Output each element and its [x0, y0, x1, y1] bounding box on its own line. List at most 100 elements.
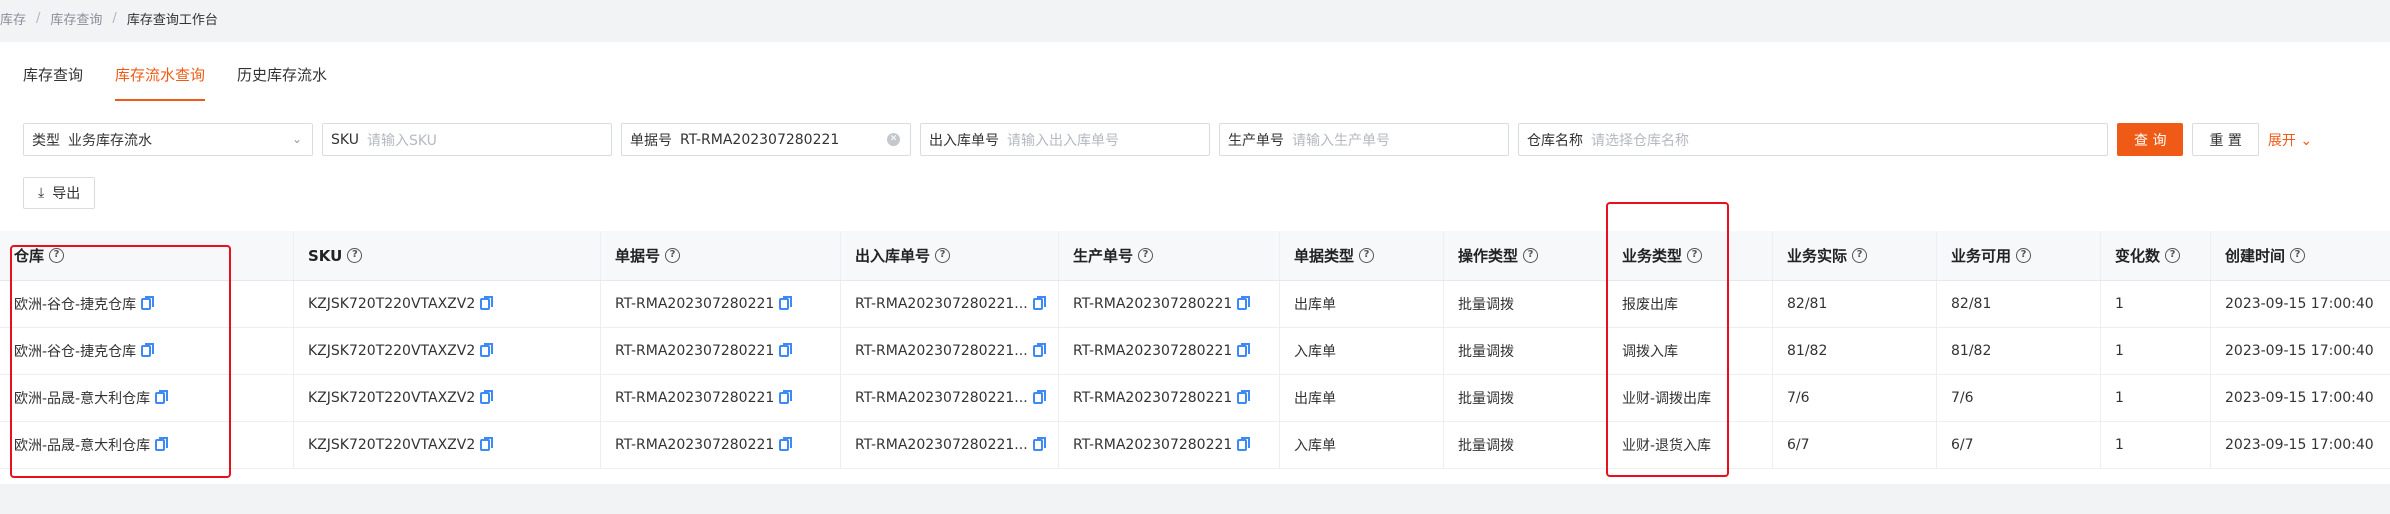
- copy-icon[interactable]: [1237, 343, 1251, 357]
- column-header-biz-available: 业务可用?: [1937, 231, 2101, 280]
- copy-icon[interactable]: [155, 437, 169, 451]
- cell-change-count: 1: [2101, 281, 2211, 327]
- column-header-prod-no: 生产单号?: [1059, 231, 1280, 280]
- copy-icon[interactable]: [1032, 390, 1046, 404]
- tab-inventory-query[interactable]: 库存查询: [23, 64, 83, 101]
- help-icon[interactable]: ?: [1852, 248, 1868, 263]
- help-icon[interactable]: ?: [935, 248, 951, 263]
- cell-biz-available: 6/7: [1937, 422, 2101, 468]
- cell-op-type: 批量调拨: [1444, 281, 1608, 327]
- filter-bar: 类型 业务库存流水 ⌄ SKU 请输入SKU 单据号 RT-RMA2023072…: [23, 123, 2312, 156]
- sku-label: SKU: [331, 131, 359, 148]
- breadcrumb-item-current: 库存查询工作台: [126, 12, 218, 28]
- copy-icon[interactable]: [480, 390, 494, 404]
- copy-icon[interactable]: [480, 343, 494, 357]
- help-icon[interactable]: ?: [2290, 248, 2306, 263]
- cell-change-count: 1: [2101, 328, 2211, 374]
- copy-icon[interactable]: [141, 296, 155, 310]
- sku-placeholder: 请输入SKU: [366, 132, 437, 149]
- copy-icon[interactable]: [1237, 390, 1251, 404]
- sku-field[interactable]: SKU 请输入SKU: [322, 123, 612, 156]
- cell-op-type: 批量调拨: [1444, 375, 1608, 421]
- cell-warehouse: 欧洲-品晟-意大利仓库: [0, 375, 294, 421]
- help-icon[interactable]: ?: [49, 248, 65, 263]
- cell-biz-available: 82/81: [1937, 281, 2101, 327]
- column-header-biz-type: 业务类型?: [1608, 231, 1773, 280]
- copy-icon[interactable]: [1032, 343, 1046, 357]
- type-value: 业务库存流水: [68, 132, 152, 149]
- help-icon[interactable]: ?: [347, 248, 363, 263]
- cell-prod-no: RT-RMA202307280221: [1059, 422, 1280, 468]
- cell-io-no: RT-RMA202307280221...: [841, 328, 1059, 374]
- cell-biz-available: 7/6: [1937, 375, 2101, 421]
- copy-icon[interactable]: [779, 343, 793, 357]
- cell-created-time: 2023-09-15 17:00:40: [2225, 437, 2374, 453]
- copy-icon[interactable]: [779, 390, 793, 404]
- help-icon[interactable]: ?: [1523, 248, 1539, 263]
- column-header-warehouse: 仓库?: [0, 231, 294, 280]
- cell-io-no: RT-RMA202307280221...: [841, 422, 1059, 468]
- cell-prod-no: RT-RMA202307280221: [1059, 375, 1280, 421]
- help-icon[interactable]: ?: [1138, 248, 1154, 263]
- tab-history-inventory-flow[interactable]: 历史库存流水: [237, 64, 327, 101]
- cell-doc-no: RT-RMA202307280221: [601, 375, 841, 421]
- cell-created-time: 2023-09-15 17:00:40: [2225, 343, 2374, 359]
- copy-icon[interactable]: [1032, 296, 1046, 310]
- breadcrumb-item-inventory[interactable]: 库存: [0, 9, 26, 28]
- warehouse-placeholder: 请选择仓库名称: [1591, 132, 1689, 149]
- breadcrumb: 库存 / 库存查询 / 库存查询工作台: [0, 0, 218, 36]
- cell-biz-actual: 7/6: [1773, 375, 1937, 421]
- io-no-label: 出入库单号: [929, 132, 999, 149]
- help-icon[interactable]: ?: [665, 248, 681, 263]
- cell-prod-no: RT-RMA202307280221: [1059, 281, 1280, 327]
- cell-prod-no: RT-RMA202307280221: [1059, 328, 1280, 374]
- cell-biz-type: 调拨入库: [1608, 328, 1773, 374]
- query-button[interactable]: 查 询: [2117, 123, 2184, 156]
- copy-icon[interactable]: [480, 437, 494, 451]
- doc-no-field[interactable]: 单据号 RT-RMA202307280221 ✕: [621, 123, 911, 156]
- cell-created-time: 2023-09-15 17:00:40: [2225, 390, 2374, 406]
- copy-icon[interactable]: [1237, 437, 1251, 451]
- cell-warehouse: 欧洲-品晟-意大利仓库: [0, 422, 294, 468]
- cell-biz-type: 业财-调拨出库: [1608, 375, 1773, 421]
- io-no-field[interactable]: 出入库单号 请输入出入库单号: [920, 123, 1210, 156]
- help-icon[interactable]: ?: [1359, 248, 1375, 263]
- type-label: 类型: [32, 132, 60, 149]
- breadcrumb-item-inventory-query[interactable]: 库存查询: [50, 9, 102, 28]
- copy-icon[interactable]: [155, 390, 169, 404]
- cell-doc-no: RT-RMA202307280221: [601, 328, 841, 374]
- type-select[interactable]: 类型 业务库存流水 ⌄: [23, 123, 313, 156]
- cell-doc-type: 入库单: [1280, 422, 1444, 468]
- export-button[interactable]: ⤓ 导出: [23, 177, 96, 209]
- copy-icon[interactable]: [779, 437, 793, 451]
- table-header-row: 仓库? SKU? 单据号? 出入库单号? 生产单号? 单据类型? 操作类型? 业…: [0, 231, 2390, 281]
- cell-biz-available: 81/82: [1937, 328, 2101, 374]
- cell-sku: KZJSK720T220VTAXZV2: [294, 422, 601, 468]
- copy-icon[interactable]: [480, 296, 494, 310]
- expand-label: 展开: [2267, 132, 2296, 149]
- cell-sku: KZJSK720T220VTAXZV2: [294, 281, 601, 327]
- tab-inventory-flow-query[interactable]: 库存流水查询: [115, 64, 206, 101]
- cell-io-no: RT-RMA202307280221...: [841, 375, 1059, 421]
- io-no-placeholder: 请输入出入库单号: [1007, 132, 1119, 149]
- copy-icon[interactable]: [1032, 437, 1046, 451]
- prod-no-field[interactable]: 生产单号 请输入生产单号: [1219, 123, 1509, 156]
- help-icon[interactable]: ?: [2016, 248, 2032, 263]
- table-row: 欧洲-谷仓-捷克仓库 KZJSK720T220VTAXZV2 RT-RMA202…: [0, 328, 2390, 375]
- reset-button[interactable]: 重 置: [2192, 123, 2259, 156]
- help-icon[interactable]: ?: [2165, 248, 2181, 263]
- warehouse-select[interactable]: 仓库名称 请选择仓库名称: [1518, 123, 2108, 156]
- help-icon[interactable]: ?: [1687, 248, 1703, 263]
- cell-op-type: 批量调拨: [1444, 328, 1608, 374]
- copy-icon[interactable]: [141, 343, 155, 357]
- copy-icon[interactable]: [1237, 296, 1251, 310]
- table-row: 欧洲-谷仓-捷克仓库 KZJSK720T220VTAXZV2 RT-RMA202…: [0, 281, 2390, 328]
- breadcrumb-separator: /: [112, 10, 117, 26]
- column-header-io-no: 出入库单号?: [841, 231, 1059, 280]
- copy-icon[interactable]: [779, 296, 793, 310]
- cell-op-type: 批量调拨: [1444, 422, 1608, 468]
- clear-icon[interactable]: ✕: [887, 133, 900, 146]
- expand-toggle[interactable]: 展开 ⌄: [2268, 130, 2312, 150]
- cell-doc-no: RT-RMA202307280221: [601, 422, 841, 468]
- cell-biz-actual: 81/82: [1773, 328, 1937, 374]
